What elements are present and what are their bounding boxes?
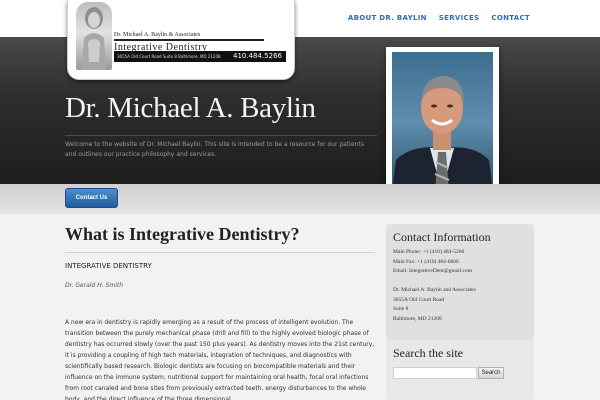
main-content: What is Integrative Dentistry? INTEGRATI…	[65, 214, 375, 400]
statue-logo-image	[76, 2, 112, 70]
nav-contact-link[interactable]: CONTACT	[491, 14, 530, 22]
logo-phone: 410.484.5266	[233, 52, 282, 60]
main-nav: ABOUT DR. BAYLIN SERVICES CONTACT	[336, 14, 530, 22]
title-divider	[65, 252, 375, 253]
contact-email[interactable]: Email: IntegrativeDent@gmail.com	[393, 267, 476, 277]
article-body: A new era in dentistry is rapidly emergi…	[65, 319, 375, 400]
contact-info-lines: Main Phone: +1 (410) 484-5266 Main Fax: …	[393, 248, 476, 324]
site-logo[interactable]: Dr. Michael A. Baylin & Associates Integ…	[67, 0, 295, 80]
portrait-frame	[386, 47, 499, 197]
logo-practice-name: Dr. Michael A. Baylin & Associates	[114, 32, 201, 38]
hero-title: Dr. Michael A. Baylin	[65, 92, 316, 124]
contact-info-widget: Contact Information Main Phone: +1 (410)…	[386, 224, 534, 340]
contact-suite: Suite 8	[393, 306, 409, 312]
search-widget: Search the site Search	[386, 340, 534, 400]
nav-services-link[interactable]: SERVICES	[439, 14, 480, 22]
logo-rule	[114, 39, 264, 41]
article-author: Dr. Gerald H. Smith	[65, 282, 124, 289]
contact-phone: Main Phone: +1 (410) 484-5266	[393, 249, 465, 255]
search-heading: Search the site	[393, 346, 463, 360]
hero-intro: Welcome to the website of Dr. Michael Ba…	[65, 141, 364, 158]
contact-spacer	[393, 277, 476, 287]
contact-info-heading: Contact Information	[393, 230, 491, 244]
doctor-portrait	[392, 52, 493, 192]
search-button[interactable]: Search	[478, 367, 504, 379]
logo-address: 3655A Old Court Road Suite 8 Baltimore, …	[117, 54, 221, 59]
hero-divider	[65, 135, 377, 136]
contact-practice: Dr. Michael A. Baylin and Associates	[393, 287, 476, 293]
contact-street: 3655A Old Court Road	[393, 296, 445, 303]
contact-us-button[interactable]: Contact Us	[65, 188, 118, 208]
contact-city: Baltimore, MD 21208	[393, 315, 442, 322]
page-title: What is Integrative Dentistry?	[65, 224, 300, 244]
nav-about-link[interactable]: ABOUT DR. BAYLIN	[348, 14, 427, 22]
search-input[interactable]	[393, 367, 477, 379]
contact-fax: Main Fax: +1 (410) 484-6606	[393, 258, 459, 265]
article-subheading: INTEGRATIVE DENTISTRY	[65, 262, 152, 270]
